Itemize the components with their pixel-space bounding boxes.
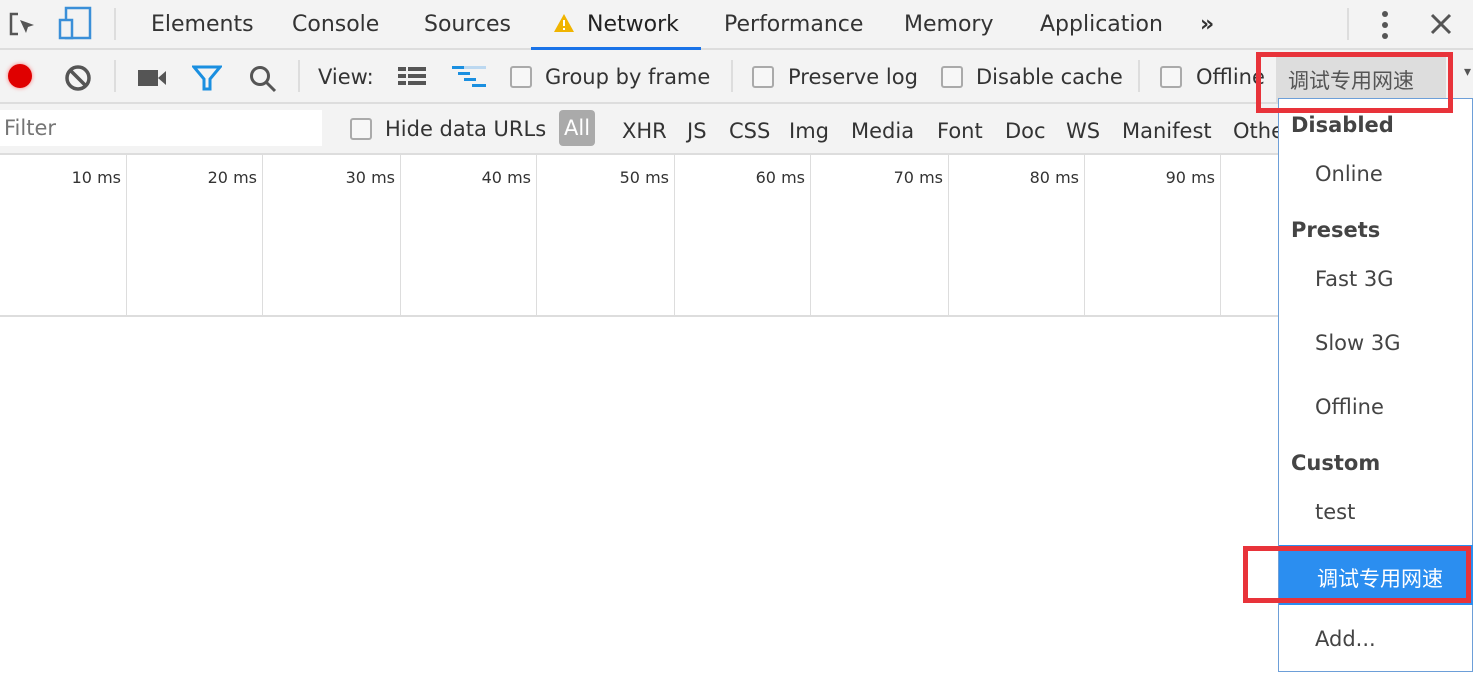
offline-checkbox[interactable] (1160, 66, 1182, 88)
filter-input[interactable] (0, 110, 322, 146)
tick-label: 50 ms (619, 168, 669, 187)
tick-label: 20 ms (207, 168, 257, 187)
group-by-frame-checkbox[interactable] (510, 66, 532, 88)
tab-application[interactable]: Application (1040, 12, 1163, 37)
divider (298, 60, 300, 92)
type-filter-other[interactable]: Othe (1233, 119, 1284, 143)
highlight-annotation (1256, 52, 1453, 113)
record-button[interactable] (8, 64, 32, 88)
filter-icon[interactable] (192, 64, 222, 92)
type-filter-manifest[interactable]: Manifest (1122, 119, 1212, 143)
tick-label: 90 ms (1165, 168, 1215, 187)
search-icon[interactable] (248, 64, 278, 94)
highlight-annotation (1243, 546, 1471, 603)
menu-header-custom: Custom (1291, 451, 1381, 475)
grid-line (400, 155, 401, 315)
type-filter-css[interactable]: CSS (729, 119, 770, 143)
more-tabs-icon[interactable]: » (1200, 12, 1214, 37)
chevron-down-icon[interactable]: ▾ (1464, 64, 1471, 80)
tick-label: 70 ms (893, 168, 943, 187)
type-filter-font[interactable]: Font (937, 119, 983, 143)
hide-data-urls-label: Hide data URLs (385, 117, 547, 141)
grid-line (1220, 155, 1221, 315)
clear-icon[interactable] (64, 64, 92, 92)
devtools-tabbar: Elements Console Sources Network Perform… (0, 0, 1473, 50)
menu-header-disabled: Disabled (1291, 113, 1394, 137)
type-filter-doc[interactable]: Doc (1005, 119, 1046, 143)
divider (114, 8, 116, 40)
type-filter-ws[interactable]: WS (1066, 119, 1100, 143)
menu-item-add[interactable]: Add... (1315, 627, 1376, 651)
type-filter-img[interactable]: Img (789, 119, 829, 143)
divider (1347, 8, 1349, 40)
tab-elements[interactable]: Elements (151, 12, 254, 37)
grid-line (948, 155, 949, 315)
tab-memory[interactable]: Memory (904, 12, 993, 37)
type-filter-all[interactable]: All (559, 110, 596, 146)
tick-label: 30 ms (345, 168, 395, 187)
grid-line (126, 155, 127, 315)
grid-line (262, 155, 263, 315)
tick-label: 80 ms (1029, 168, 1079, 187)
type-filter-media[interactable]: Media (851, 119, 914, 143)
tab-network[interactable]: Network (531, 0, 701, 50)
divider (1138, 60, 1140, 92)
tab-sources[interactable]: Sources (424, 12, 511, 37)
menu-header-presets: Presets (1291, 218, 1381, 242)
type-filter-xhr[interactable]: XHR (622, 119, 667, 143)
offline-label: Offline (1196, 65, 1265, 89)
divider (0, 315, 1473, 317)
preserve-log-checkbox[interactable] (752, 66, 774, 88)
tick-label: 40 ms (481, 168, 531, 187)
tab-performance[interactable]: Performance (724, 12, 863, 37)
menu-item-fast-3g[interactable]: Fast 3G (1315, 267, 1394, 291)
close-icon[interactable] (1430, 13, 1452, 35)
network-toolbar: View: Group by frame Preserve log Disabl… (0, 50, 1473, 104)
more-options-icon[interactable] (1376, 10, 1394, 40)
tab-console[interactable]: Console (292, 12, 379, 37)
disable-cache-label: Disable cache (976, 65, 1123, 89)
grid-line (810, 155, 811, 315)
disable-cache-checkbox[interactable] (941, 66, 963, 88)
divider (731, 60, 733, 92)
view-label: View: (318, 65, 374, 89)
warning-icon (554, 14, 574, 32)
filter-bar: Hide data URLs All XHR JS CSS Img Media … (0, 104, 1473, 155)
hide-data-urls-checkbox[interactable] (350, 118, 372, 140)
tick-label: 10 ms (71, 168, 121, 187)
grid-line (1084, 155, 1085, 315)
tick-label: 60 ms (755, 168, 805, 187)
type-filter-js[interactable]: JS (687, 119, 707, 143)
large-rows-icon[interactable] (398, 67, 428, 87)
inspect-element-icon[interactable] (8, 10, 38, 40)
preserve-log-label: Preserve log (788, 65, 918, 89)
menu-item-slow-3g[interactable]: Slow 3G (1315, 331, 1401, 355)
divider (114, 60, 116, 92)
grid-line (536, 155, 537, 315)
device-toolbar-icon[interactable] (58, 6, 94, 42)
menu-item-offline[interactable]: Offline (1315, 395, 1384, 419)
menu-item-online[interactable]: Online (1315, 162, 1383, 186)
grid-line (674, 155, 675, 315)
overview-waterfall-icon[interactable] (452, 66, 488, 90)
menu-item-test[interactable]: test (1315, 500, 1355, 524)
group-by-frame-label: Group by frame (545, 65, 711, 89)
screenshot-camera-icon[interactable] (138, 68, 168, 88)
